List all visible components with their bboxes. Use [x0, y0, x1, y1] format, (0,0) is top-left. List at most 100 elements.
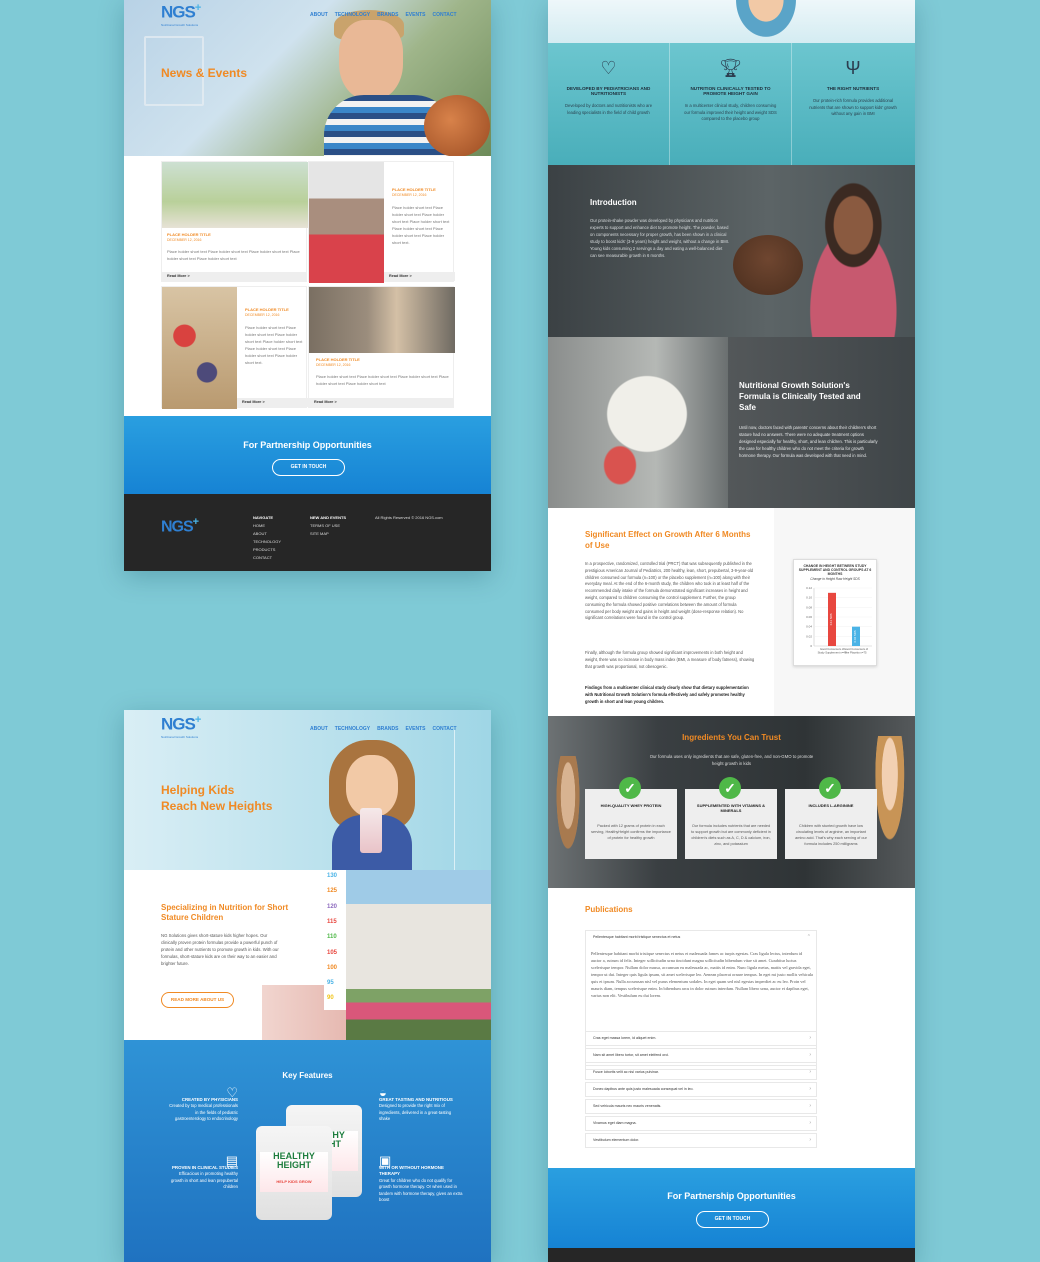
footer-link-sitemap[interactable]: SITE MAP: [310, 531, 329, 536]
news-card[interactable]: PLACE HOLDER TITLE DECEMBER 12, 2016 Pla…: [308, 161, 455, 283]
footer-link-about[interactable]: ABOUT: [253, 531, 267, 536]
feature-text: Our protein-rich formula provides additi…: [809, 98, 897, 116]
key-features-section: Key Features ♡ CREATED BY PHYSICIANS Cre…: [124, 1040, 491, 1262]
y-tick-label: 0.10: [806, 596, 812, 600]
accordion-item[interactable]: Nam sit amet libero tortor, sit amet ele…: [585, 1048, 817, 1063]
hero-title: Helping Kids Reach New Heights: [161, 783, 273, 813]
read-more-link[interactable]: Read More >: [162, 272, 306, 281]
partnership-cta: For Partnership Opportunities GET IN TOU…: [548, 1168, 915, 1248]
y-tick-label: 0: [810, 644, 812, 648]
nav-contact[interactable]: CONTACT: [432, 726, 456, 732]
footer-nav: NAVIGATE HOME ABOUT TECHNOLOGY PRODUCTS …: [253, 514, 281, 562]
logo[interactable]: NGS+ Nutritional Growth Solutions: [161, 2, 201, 27]
key-feature-tasting: ◒ GREAT TASTING AND NUTRITIOUS Designed …: [379, 1086, 463, 1123]
get-in-touch-button[interactable]: GET IN TOUCH: [696, 1211, 769, 1228]
accordion-item[interactable]: Vestibulum elementum dolor. ›: [585, 1133, 817, 1148]
news-card-title: PLACE HOLDER TITLE: [167, 232, 211, 237]
clinically-tested-section: Nutritional Growth Solution's Formula is…: [548, 337, 915, 508]
footer-logo[interactable]: NGS+: [161, 516, 199, 536]
y-tick-label: 0.12: [806, 586, 812, 590]
news-card-image: [309, 162, 384, 283]
home-page: NGS+ Nutritional Growth Solutions ABOUT T…: [124, 710, 491, 1262]
news-hero: NGS+ Nutritional Growth Solutions ABOUT T…: [124, 0, 491, 157]
footer-link-home[interactable]: HOME: [253, 523, 265, 528]
ingredient-text: Children with stunted growth have low ci…: [795, 824, 867, 846]
nav-events[interactable]: EVENTS: [405, 12, 425, 18]
bar-label: 0.11 SDS: [829, 613, 833, 625]
technology-page: ♡ DEVELOPED BY PEDIATRICIANS AND NUTRITI…: [548, 0, 915, 1262]
height-mark: 95: [327, 980, 334, 987]
nav-contact[interactable]: CONTACT: [432, 12, 456, 18]
accordion-item[interactable]: Donec dapibus ante quis justo malesuada …: [585, 1082, 817, 1097]
news-card[interactable]: PLACE HOLDER TITLE DECEMBER 12, 2016 Pla…: [308, 286, 455, 408]
chevron-right-icon: ›: [809, 1120, 811, 1126]
news-card-image: [309, 287, 455, 353]
nav-about[interactable]: ABOUT: [310, 726, 328, 732]
accordion-item[interactable]: Sed vehicula mauris nec mauris venenatis…: [585, 1099, 817, 1114]
footer-link-contact[interactable]: CONTACT: [253, 555, 272, 560]
y-tick-label: 0.06: [806, 615, 812, 619]
accordion-item[interactable]: Fusce lobortis velit ac nisl varius pulv…: [585, 1065, 817, 1080]
section-title: Key Features: [282, 1071, 333, 1080]
chevron-right-icon: ›: [809, 1086, 811, 1092]
top-hero-fragment: [548, 0, 915, 43]
footer-link-news[interactable]: NEW AND EVENTS: [310, 515, 346, 520]
read-more-link[interactable]: Read More >: [309, 398, 453, 407]
ingredient-card: ✓ INCLUDES L-ARGININE Children with stun…: [785, 777, 877, 859]
get-in-touch-button[interactable]: GET IN TOUCH: [272, 459, 345, 476]
footer-link-terms[interactable]: TERMS OF USE: [310, 523, 340, 528]
height-mark: 105: [327, 949, 338, 956]
read-more-about-button[interactable]: READ MORE ABOUT US: [161, 992, 234, 1008]
stethoscope-heart-icon: ♡: [600, 58, 617, 78]
height-mark: 125: [327, 888, 338, 895]
blender-photo: [548, 337, 728, 508]
feature-clinically-tested: 🏆︎ NUTRITION CLINICALLY TESTED TO PROMOT…: [670, 43, 792, 165]
footer-link-technology[interactable]: TECHNOLOGY: [253, 539, 281, 544]
section-title: Ingredients You Can Trust: [682, 733, 781, 742]
height-mark: 110: [327, 934, 337, 941]
news-grid: PLACE HOLDER TITLE DECEMBER 12, 2016 Pla…: [124, 156, 491, 416]
accordion-item[interactable]: Vivamus eget diam magna. ›: [585, 1116, 817, 1131]
ingredient-card: ✓ SUPPLEMENTED WITH VITAMINS & MINERALS …: [685, 777, 777, 859]
height-mark: 120: [327, 903, 338, 910]
y-tick-label: 0.04: [806, 625, 812, 629]
news-card-image: [162, 287, 237, 409]
news-card-title: PLACE HOLDER TITLE: [316, 357, 360, 362]
feature-text: In a multicenter clinical study, childre…: [684, 103, 777, 121]
ingredient-text: Packed with 12 grams of protein in each …: [591, 824, 671, 840]
cta-title: For Partnership Opportunities: [667, 1191, 796, 1201]
nav-technology[interactable]: TECHNOLOGY: [335, 726, 370, 732]
nav-events[interactable]: EVENTS: [405, 726, 425, 732]
cta-title: For Partnership Opportunities: [243, 440, 372, 450]
nav-technology[interactable]: TECHNOLOGY: [335, 12, 370, 18]
accordion-body: Pellentesque habitant morbi tristique se…: [591, 951, 813, 998]
section-text: Until now, doctors faced with parents' c…: [739, 425, 878, 458]
copyright: All Rights Reserved © 2016 NGS.com: [375, 515, 443, 520]
news-card-text: Place holder short text Place holder sho…: [245, 325, 303, 365]
news-card-date: DECEMBER 12, 2016: [167, 238, 202, 242]
nav-brands[interactable]: BRANDS: [377, 12, 398, 18]
read-more-link[interactable]: Read More >: [384, 272, 455, 281]
news-card-title: PLACE HOLDER TITLE: [392, 187, 436, 192]
news-card-text: Place holder short text Place holder sho…: [316, 374, 449, 386]
trophy-icon: 🏆︎: [719, 58, 742, 78]
news-events-page: NGS+ Nutritional Growth Solutions ABOUT T…: [124, 0, 491, 571]
read-more-link[interactable]: Read More >: [237, 398, 308, 407]
logo[interactable]: NGS+ Nutritional Growth Solutions: [161, 714, 201, 739]
height-mark: 115: [327, 918, 337, 925]
news-card[interactable]: PLACE HOLDER TITLE DECEMBER 12, 2016 Pla…: [161, 286, 308, 409]
page-title: News & Events: [161, 66, 248, 80]
news-card[interactable]: PLACE HOLDER TITLE DECEMBER 12, 2016 Pla…: [161, 161, 308, 282]
height-ruler: [454, 730, 490, 870]
height-scale: 130 125 120 115 110 105 100 95 90: [324, 870, 346, 1010]
accordion-item[interactable]: Cras eget massa lorem, id aliquet enim. ›: [585, 1031, 817, 1046]
nav-brands[interactable]: BRANDS: [377, 726, 398, 732]
footer-link-products[interactable]: PRODUCTS: [253, 547, 275, 552]
section-text: In a prospective, randomized, controlled…: [585, 561, 754, 621]
nav-about[interactable]: ABOUT: [310, 12, 328, 18]
publications-section: Publications Pellentesque habitant morbi…: [548, 888, 915, 1168]
feature-title: NUTRITION CLINICALLY TESTED TO PROMOTE H…: [690, 86, 771, 96]
specializing-section: Specializing in Nutrition for Short Stat…: [124, 870, 491, 1040]
x-tick-label: Study Supplement n=49: [818, 650, 847, 654]
feature-text: Developed by doctors and nutritionists w…: [564, 103, 653, 115]
